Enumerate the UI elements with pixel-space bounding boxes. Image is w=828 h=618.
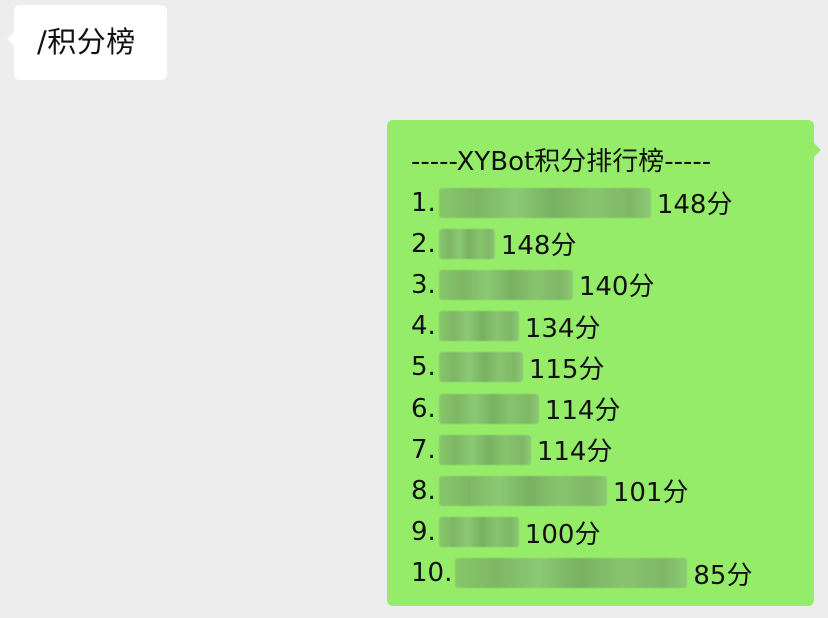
incoming-message-text: /积分榜: [37, 25, 136, 59]
incoming-message-bubble[interactable]: /积分榜: [7, 5, 167, 80]
blurred-username: [438, 228, 495, 259]
leaderboard-row: 4. 134分: [411, 306, 814, 347]
score-value: 114分: [536, 437, 613, 468]
score-value: 148分: [656, 190, 733, 221]
blurred-username: [438, 434, 531, 465]
score-value: 100分: [524, 519, 601, 550]
blurred-username: [438, 269, 573, 300]
score-value: 148分: [500, 231, 577, 262]
score-value: 134分: [524, 313, 601, 344]
score-value: 140分: [578, 272, 655, 303]
score-value: 101分: [612, 478, 689, 509]
blurred-username: [438, 517, 519, 548]
blurred-username: [438, 187, 651, 218]
rank-number: 2.: [411, 228, 436, 259]
blurred-username: [438, 352, 523, 383]
rank-number: 6.: [411, 393, 436, 424]
blurred-username: [455, 558, 688, 589]
outgoing-message-bubble[interactable]: -----XYBot积分排行榜----- 1. 148分 2. 148分 3. 140分 4…: [387, 120, 821, 606]
score-value: 114分: [544, 396, 621, 427]
blurred-username: [438, 311, 519, 342]
rank-number: 10.: [411, 558, 453, 589]
leaderboard-row: 9. 100分: [411, 512, 814, 553]
leaderboard-row: 2. 148分: [411, 223, 814, 264]
leaderboard-row: 1. 148分: [411, 182, 814, 223]
rank-number: 4.: [411, 311, 436, 342]
leaderboard-list: 1. 148分 2. 148分 3. 140分 4. 134分 5. 115分 6. 114分 7. 11…: [411, 182, 814, 594]
score-value: 115分: [528, 354, 605, 385]
leaderboard-row: 6. 114分: [411, 388, 814, 429]
rank-number: 8.: [411, 475, 436, 506]
rank-number: 9.: [411, 517, 436, 548]
leaderboard-title: -----XYBot积分排行榜-----: [411, 147, 712, 177]
blurred-username: [438, 475, 607, 506]
leaderboard-row: 8. 101分: [411, 470, 814, 511]
leaderboard-row: 10. 85分: [411, 553, 814, 594]
blurred-username: [438, 393, 539, 424]
leaderboard-row: 3. 140分: [411, 264, 814, 305]
leaderboard-row: 5. 115分: [411, 347, 814, 388]
rank-number: 7.: [411, 434, 436, 465]
leaderboard-row: 7. 114分: [411, 429, 814, 470]
rank-number: 5.: [411, 352, 436, 383]
score-value: 85分: [693, 560, 753, 591]
rank-number: 3.: [411, 269, 436, 300]
rank-number: 1.: [411, 187, 436, 218]
